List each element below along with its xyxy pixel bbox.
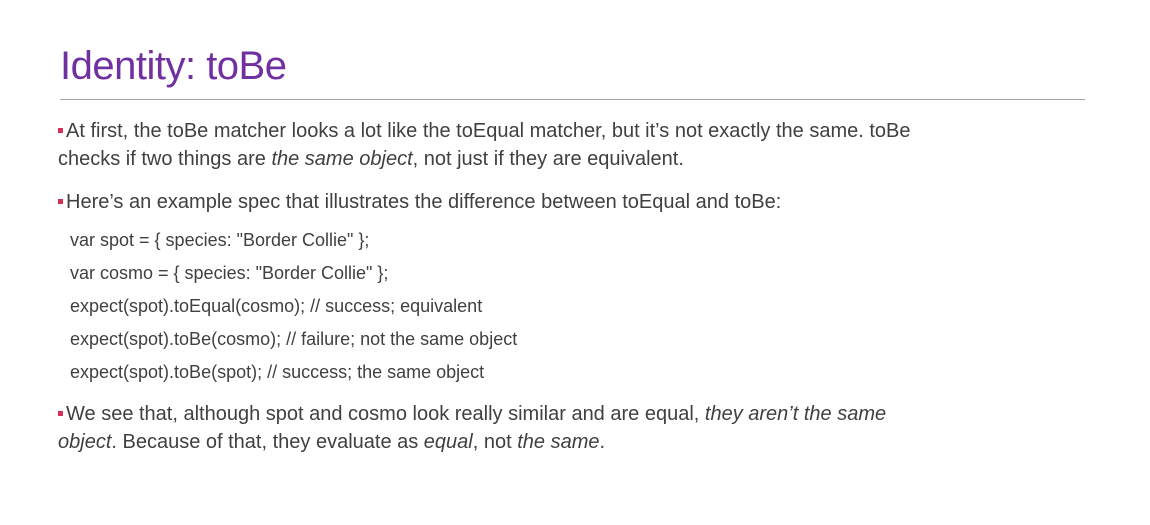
code-example: var spot = { species: "Border Collie" };… bbox=[70, 224, 517, 389]
bullet-3-line-2-mid: . Because of that, they evaluate as bbox=[111, 431, 424, 453]
bullet-2-line-1: Here’s an example spec that illustrates … bbox=[66, 191, 782, 213]
code-line: expect(spot).toBe(cosmo); // failure; no… bbox=[70, 329, 518, 349]
bullet-marker-icon bbox=[58, 411, 63, 416]
slide-title: Identity: toBe bbox=[60, 44, 287, 88]
bullet-1: At first, the toBe matcher looks a lot l… bbox=[58, 117, 1118, 173]
code-line: expect(spot).toEqual(cosmo); // success;… bbox=[70, 296, 483, 316]
title-divider bbox=[60, 99, 1085, 100]
bullet-3: We see that, although spot and cosmo loo… bbox=[58, 400, 1118, 456]
bullet-3-emphasis-1: they aren’t the same bbox=[704, 403, 887, 425]
bullet-1-line-2-pre: checks if two things are bbox=[58, 148, 272, 170]
bullet-2: Here’s an example spec that illustrates … bbox=[58, 188, 1118, 216]
bullet-marker-icon bbox=[58, 199, 63, 204]
bullet-1-line-1: At first, the toBe matcher looks a lot l… bbox=[66, 120, 911, 142]
bullet-1-emphasis: the same object bbox=[271, 148, 413, 170]
bullet-3-emphasis-2: object bbox=[58, 431, 112, 453]
bullet-marker-icon bbox=[58, 128, 63, 133]
bullet-3-line-1-pre: We see that, although spot and cosmo loo… bbox=[66, 403, 705, 425]
bullet-3-emphasis-4: the same bbox=[517, 431, 600, 453]
bullet-1-line-2-post: , not just if they are equivalent. bbox=[412, 148, 684, 170]
bullet-3-emphasis-3: equal bbox=[423, 431, 473, 453]
code-line: expect(spot).toBe(spot); // success; the… bbox=[70, 362, 485, 382]
code-line: var cosmo = { species: "Border Collie" }… bbox=[70, 263, 389, 283]
bullet-3-line-2-mid2: , not bbox=[472, 431, 518, 453]
code-line: var spot = { species: "Border Collie" }; bbox=[70, 230, 370, 250]
bullet-3-line-2-post: . bbox=[599, 431, 606, 453]
